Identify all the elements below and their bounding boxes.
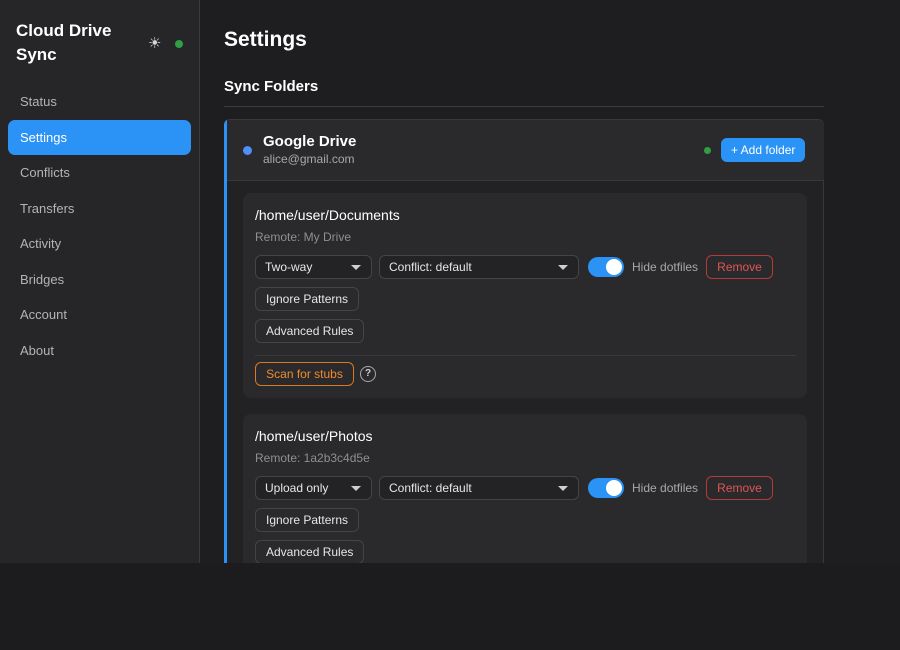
remove-folder-button[interactable]: Remove — [706, 255, 773, 279]
help-icon[interactable]: ? — [360, 366, 376, 382]
sidebar-item-activity[interactable]: Activity — [8, 226, 191, 262]
sync-mode-select[interactable]: Upload only — [255, 476, 372, 500]
chevron-down-icon — [558, 486, 568, 491]
folder-remote: Remote: 1a2b3c4d5e — [255, 451, 370, 465]
chevron-down-icon — [558, 265, 568, 270]
sidebar-item-about[interactable]: About — [8, 333, 191, 369]
connection-status-dot — [175, 40, 183, 48]
ignore-patterns-button[interactable]: Ignore Patterns — [255, 508, 360, 532]
main-content: Settings Sync Folders Google Drive alice… — [200, 0, 900, 563]
folder-divider — [255, 355, 796, 356]
scan-for-stubs-button[interactable]: Scan for stubs — [255, 362, 354, 386]
sidebar-item-account[interactable]: Account — [8, 297, 191, 333]
toggle-knob — [606, 259, 622, 275]
hide-dotfiles-label: Hide dotfiles — [632, 260, 699, 274]
ignore-patterns-button[interactable]: Ignore Patterns — [255, 287, 360, 311]
hide-dotfiles-label: Hide dotfiles — [632, 481, 699, 495]
conflict-policy-value: Conflict: default — [389, 260, 472, 274]
sidebar-item-conflicts[interactable]: Conflicts — [8, 155, 191, 191]
conflict-policy-value: Conflict: default — [389, 481, 472, 495]
conflict-policy-select[interactable]: Conflict: default — [379, 476, 579, 500]
hide-dotfiles-toggle[interactable] — [588, 478, 624, 498]
folder-remote: Remote: My Drive — [255, 230, 352, 244]
sync-folder-card: /home/user/Documents Remote: My Drive Tw… — [243, 193, 807, 398]
sidebar-item-bridges[interactable]: Bridges — [8, 262, 191, 298]
section-divider — [224, 106, 824, 107]
provider-status-dot — [704, 147, 711, 154]
advanced-rules-button[interactable]: Advanced Rules — [255, 540, 365, 563]
sidebar-item-status[interactable]: Status — [8, 84, 191, 120]
add-folder-button[interactable]: + Add folder — [721, 138, 806, 162]
sync-mode-value: Upload only — [265, 481, 329, 495]
page-title: Settings — [224, 28, 307, 51]
folder-path: /home/user/Photos — [255, 428, 373, 444]
remove-folder-button[interactable]: Remove — [706, 476, 773, 500]
chevron-down-icon — [351, 486, 361, 491]
sync-mode-value: Two-way — [265, 260, 313, 274]
sun-icon[interactable]: ☀ — [148, 34, 161, 54]
sidebar-nav: Status Settings Conflicts Transfers Acti… — [8, 84, 191, 368]
section-title: Sync Folders — [224, 78, 319, 95]
provider-name: Google Drive — [263, 133, 357, 150]
app-title: Cloud Drive Sync — [16, 21, 112, 64]
provider-email: alice@gmail.com — [263, 152, 355, 166]
conflict-policy-select[interactable]: Conflict: default — [379, 255, 579, 279]
sidebar-item-transfers[interactable]: Transfers — [8, 191, 191, 227]
app-window: Cloud Drive Sync ☀ Status Settings Confl… — [0, 0, 900, 563]
provider-header: Google Drive alice@gmail.com + Add folde… — [227, 120, 824, 181]
sidebar-item-settings[interactable]: Settings — [8, 119, 191, 155]
sync-folder-card: /home/user/Photos Remote: 1a2b3c4d5e Upl… — [243, 414, 807, 563]
chevron-down-icon — [351, 265, 361, 270]
sidebar: Cloud Drive Sync ☀ Status Settings Confl… — [0, 0, 200, 563]
folder-path: /home/user/Documents — [255, 207, 400, 223]
toggle-knob — [606, 480, 622, 496]
provider-card: Google Drive alice@gmail.com + Add folde… — [224, 119, 824, 563]
sync-mode-select[interactable]: Two-way — [255, 255, 372, 279]
hide-dotfiles-toggle[interactable] — [588, 257, 624, 277]
advanced-rules-button[interactable]: Advanced Rules — [255, 319, 365, 343]
provider-indicator-dot — [243, 146, 252, 155]
